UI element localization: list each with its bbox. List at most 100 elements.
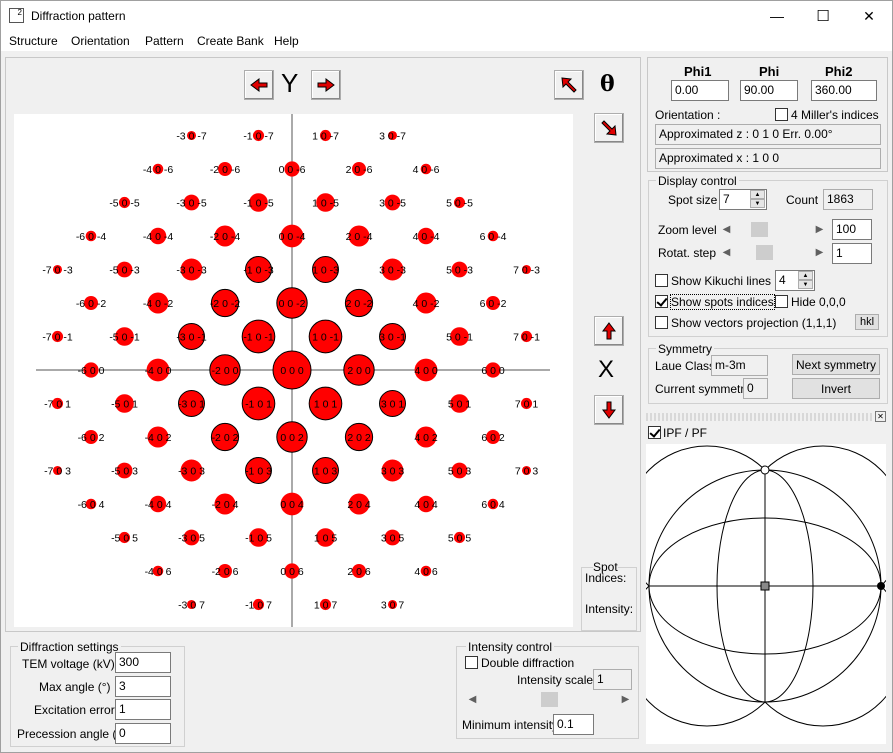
precession-angle-input[interactable]: 0	[115, 723, 171, 744]
minimum-intensity-input[interactable]: 0.1	[553, 714, 594, 735]
spot-index-label: -4 0 4	[145, 499, 172, 511]
spot-index-label: -5 0 1	[111, 399, 138, 411]
orientation-label: Orientation :	[655, 108, 721, 122]
show-kikuchi-label: Show Kikuchi lines	[671, 274, 772, 288]
tilt-down-right-button[interactable]	[594, 113, 624, 143]
tem-voltage-input[interactable]: 300	[115, 652, 171, 673]
close-button[interactable]: ✕	[846, 1, 892, 31]
spot-index-label: 0 0 0	[280, 365, 304, 377]
scroll-left-icon[interactable]: ◀	[718, 244, 735, 261]
spot-index-label: -2 0 4	[212, 499, 239, 511]
spot-index-label: -1 0 -5	[243, 198, 274, 210]
spot-index-label: -5 0 3	[111, 466, 138, 478]
spot-index-label: -4 0 -2	[143, 298, 174, 310]
phi-input[interactable]: 90.00	[740, 80, 798, 101]
double-diffraction-checkbox[interactable]	[465, 656, 478, 669]
spot-index-label: -7 0 -1	[42, 332, 73, 344]
zoom-level-slider[interactable]: ◀ ▶	[718, 221, 828, 238]
miller4-checkbox[interactable]	[775, 108, 788, 121]
spin-up-icon[interactable]: ▲	[798, 271, 813, 280]
count-value: 1863	[823, 189, 873, 210]
spot-index-label: 0 0 -6	[279, 164, 306, 176]
menu-help[interactable]: Help	[274, 34, 299, 48]
spot-index-label: -7 0 1	[44, 399, 71, 411]
spot-index-label: 6 0 -4	[480, 231, 507, 243]
max-angle-label: Max angle (°)	[39, 680, 111, 694]
spot-index-label: 5 0 3	[448, 466, 472, 478]
show-kikuchi-checkbox[interactable]	[655, 274, 668, 287]
spot-index-label: 5 0 1	[448, 399, 472, 411]
ipf-splitter[interactable]	[646, 413, 874, 421]
rotate-down-button[interactable]	[594, 395, 624, 425]
arrow-diag-down-icon	[601, 120, 617, 136]
excitation-error-input[interactable]: 1	[115, 699, 171, 720]
spot-index-label: 4 0 2	[414, 432, 438, 444]
next-symmetry-button[interactable]: Next symmetry	[792, 354, 880, 375]
spot-index-label: -2 0 -2	[210, 298, 241, 310]
spin-up-icon[interactable]: ▲	[750, 190, 765, 199]
phi1-input[interactable]: 0.00	[671, 80, 729, 101]
spot-index-label: -2 0 -4	[210, 231, 241, 243]
spot-index-label: -6 0 -4	[76, 231, 107, 243]
zoom-level-thumb[interactable]	[750, 222, 768, 237]
spot-index-label: 3 0 -5	[379, 198, 406, 210]
spot-index-label: -3 0 -1	[176, 332, 207, 344]
scroll-right-icon[interactable]: ▶	[811, 221, 828, 238]
scroll-left-icon[interactable]: ◀	[718, 221, 735, 238]
rotat-step-slider[interactable]: ◀ ▶	[718, 244, 828, 261]
hkl-button[interactable]: hkl	[855, 314, 879, 330]
menu-structure[interactable]: Structure	[9, 34, 58, 48]
spot-index-label: -2 0 6	[212, 566, 239, 578]
rotate-right-button[interactable]	[311, 70, 341, 100]
show-spots-indices-checkbox[interactable]	[655, 295, 668, 308]
diffraction-pattern-svg[interactable]: -3 0 -7 -1 0 -7 1 0 -7 3 0 -7 -4 0 -6 -2 0 -6…	[14, 114, 573, 627]
menu-orientation[interactable]: Orientation	[71, 34, 130, 48]
tilt-up-left-button[interactable]	[554, 70, 584, 100]
minimize-button[interactable]: —	[754, 1, 800, 31]
rotat-step-thumb[interactable]	[755, 245, 773, 260]
ipf-pole-figure[interactable]	[624, 444, 893, 744]
scroll-left-icon[interactable]: ◀	[464, 691, 481, 708]
spot-index-label: -3 0 1	[178, 399, 205, 411]
phi2-input[interactable]: 360.00	[811, 80, 877, 101]
menu-create-bank[interactable]: Create Bank	[197, 34, 264, 48]
spot-index-label: 7 0 1	[515, 399, 539, 411]
rotate-up-button[interactable]	[594, 316, 624, 346]
diffraction-canvas[interactable]: -3 0 -7 -1 0 -7 1 0 -7 3 0 -7 -4 0 -6 -2 0 -6…	[14, 114, 573, 627]
great-circle	[624, 585, 766, 727]
spot-index-label: 2 0 2	[347, 432, 371, 444]
spot-index-label: 3 0 -3	[379, 265, 406, 277]
rotate-left-button[interactable]	[244, 70, 274, 100]
spot-index-label: -4 0 -4	[143, 231, 174, 243]
ipf-pf-checkbox[interactable]	[648, 426, 661, 439]
spot-index-label: 5 0 -3	[446, 265, 473, 277]
spot-index-label: -1 0 3	[245, 466, 272, 478]
zoom-level-input[interactable]: 100	[832, 219, 872, 240]
spin-down-icon[interactable]: ▼	[798, 280, 813, 289]
scroll-right-icon[interactable]: ▶	[811, 244, 828, 261]
intensity-scale-thumb[interactable]	[540, 692, 558, 707]
show-vectors-checkbox[interactable]	[655, 316, 668, 329]
spot-index-label: 1 0 -7	[312, 131, 339, 143]
spot-index-label: -3 0 -3	[176, 265, 207, 277]
spot-intensity-label: Intensity:	[585, 602, 634, 616]
spot-size-spinner[interactable]: ▲ ▼	[750, 190, 765, 209]
spot-index-label: -5 0 5	[111, 533, 138, 545]
scroll-right-icon[interactable]: ▶	[617, 691, 634, 708]
menu-pattern[interactable]: Pattern	[145, 34, 184, 48]
spot-index-label: -5 0 -3	[109, 265, 140, 277]
kikuchi-spinner[interactable]: ▲ ▼	[798, 271, 813, 290]
spot-index-label: -2 0 2	[212, 432, 239, 444]
invert-button[interactable]: Invert	[792, 378, 880, 399]
maximize-button[interactable]: ☐	[800, 1, 846, 31]
rotat-step-input[interactable]: 1	[832, 243, 872, 264]
spin-down-icon[interactable]: ▼	[750, 199, 765, 208]
spot-index-label: -7 0 3	[44, 466, 71, 478]
spot-index-label: 0 0 6	[280, 566, 304, 578]
spot-index-label: -1 0 -3	[243, 265, 274, 277]
intensity-scale-slider[interactable]: ◀ ▶	[464, 691, 634, 708]
ipf-close-icon[interactable]: ✕	[875, 411, 886, 422]
max-angle-input[interactable]: 3	[115, 676, 171, 697]
spot-index-label: -1 0 -7	[243, 131, 274, 143]
hide000-checkbox[interactable]	[775, 295, 788, 308]
